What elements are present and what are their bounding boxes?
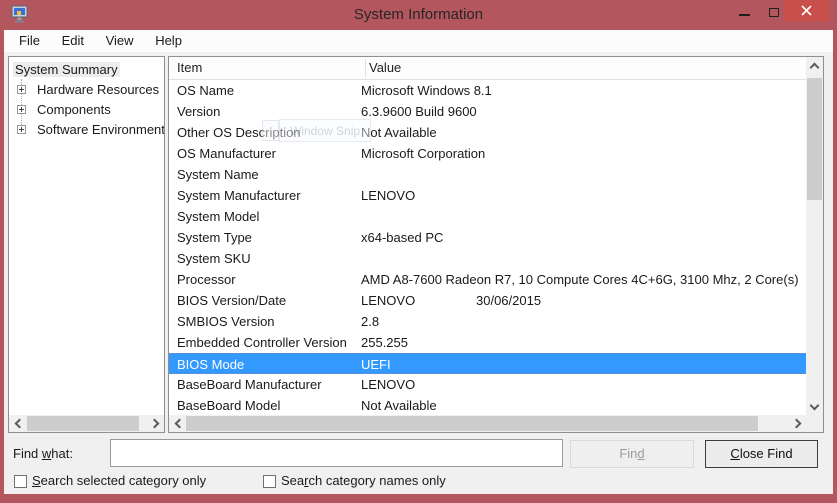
details-rows: OS NameMicrosoft Windows 8.1 Version6.3.… [169, 80, 806, 415]
tree-item-hardware-resources[interactable]: Hardware Resources [9, 80, 164, 100]
window-title: System Information [0, 0, 837, 30]
column-header-value[interactable]: Value [369, 57, 401, 79]
table-row[interactable]: Version6.3.9600 Build 9600 [169, 101, 806, 122]
scroll-right-arrow-icon[interactable] [789, 415, 806, 432]
table-row[interactable]: Embedded Controller Version255.255 [169, 332, 806, 353]
scroll-left-arrow-icon[interactable] [9, 415, 26, 432]
table-row[interactable]: System Name [169, 164, 806, 185]
column-header-item[interactable]: Item [177, 57, 202, 79]
tree-item-components[interactable]: Components [9, 100, 164, 120]
checkbox-search-selected-category-label: Search selected category only [32, 473, 206, 488]
window-border-bottom [0, 494, 837, 503]
details-list-pane: Item Value OS NameMicrosoft Windows 8.1 … [168, 56, 824, 433]
close-icon [801, 5, 812, 16]
maximize-icon [769, 8, 779, 17]
scroll-right-arrow-icon[interactable] [147, 415, 164, 432]
table-row[interactable]: OS ManufacturerMicrosoft Corporation [169, 143, 806, 164]
menu-view[interactable]: View [97, 30, 143, 52]
window-border-left [0, 30, 4, 503]
close-find-button[interactable]: Close Find [705, 440, 818, 468]
tree-item-system-summary[interactable]: System Summary [9, 60, 164, 80]
menu-file[interactable]: File [10, 30, 49, 52]
table-row[interactable]: Other OS DescriptionNot Available [169, 122, 806, 143]
table-row[interactable]: OS NameMicrosoft Windows 8.1 [169, 80, 806, 101]
scroll-up-arrow-icon[interactable] [806, 57, 823, 74]
list-horizontal-scrollbar[interactable] [169, 415, 806, 432]
table-row[interactable]: BIOS Version/DateLENOVO30/06/2015 [169, 290, 806, 311]
find-input[interactable] [110, 439, 563, 467]
table-row-selected[interactable]: BIOS ModeUEFI [169, 353, 806, 374]
checkbox-search-selected-category[interactable] [14, 475, 27, 488]
table-row[interactable]: ProcessorAMD A8-7600 Radeon R7, 10 Compu… [169, 269, 806, 290]
system-information-window: System Information File Edit View Help S… [0, 0, 837, 503]
find-button[interactable]: Find [570, 440, 694, 468]
category-tree-pane: System Summary Hardware Resources Compon… [8, 56, 165, 433]
menu-bar: File Edit View Help [4, 30, 833, 52]
category-tree: System Summary Hardware Resources Compon… [9, 57, 164, 415]
list-vertical-scrollbar[interactable] [806, 57, 823, 415]
minimize-button[interactable] [727, 0, 761, 22]
scrollbar-thumb[interactable] [807, 78, 822, 200]
window-border-right [833, 30, 837, 503]
minimize-icon [739, 14, 750, 16]
close-button[interactable] [784, 0, 829, 21]
list-header: Item Value [169, 57, 806, 80]
table-row[interactable]: System Typex64-based PC [169, 227, 806, 248]
expand-plus-icon[interactable] [17, 125, 26, 134]
menu-edit[interactable]: Edit [53, 30, 93, 52]
scrollbar-thumb[interactable] [27, 416, 139, 431]
table-row[interactable]: BaseBoard ModelNot Available [169, 395, 806, 415]
expand-plus-icon[interactable] [17, 105, 26, 114]
tree-horizontal-scrollbar[interactable] [9, 415, 164, 432]
find-what-label: Find what: [13, 446, 73, 461]
table-row[interactable]: System Model [169, 206, 806, 227]
scroll-left-arrow-icon[interactable] [169, 415, 186, 432]
checkbox-search-category-names-label: Search category names only [281, 473, 446, 488]
tree-item-software-environment[interactable]: Software Environment [9, 120, 164, 140]
checkbox-search-category-names[interactable] [263, 475, 276, 488]
table-row[interactable]: SMBIOS Version2.8 [169, 311, 806, 332]
scrollbar-corner [806, 415, 823, 432]
table-row[interactable]: BaseBoard ManufacturerLENOVO [169, 374, 806, 395]
scrollbar-thumb[interactable] [186, 416, 758, 431]
column-divider[interactable] [365, 59, 366, 78]
menu-help[interactable]: Help [146, 30, 191, 52]
table-row[interactable]: System SKU [169, 248, 806, 269]
titlebar: System Information [0, 0, 837, 30]
scroll-down-arrow-icon[interactable] [806, 398, 823, 415]
table-row[interactable]: System ManufacturerLENOVO [169, 185, 806, 206]
expand-plus-icon[interactable] [17, 85, 26, 94]
